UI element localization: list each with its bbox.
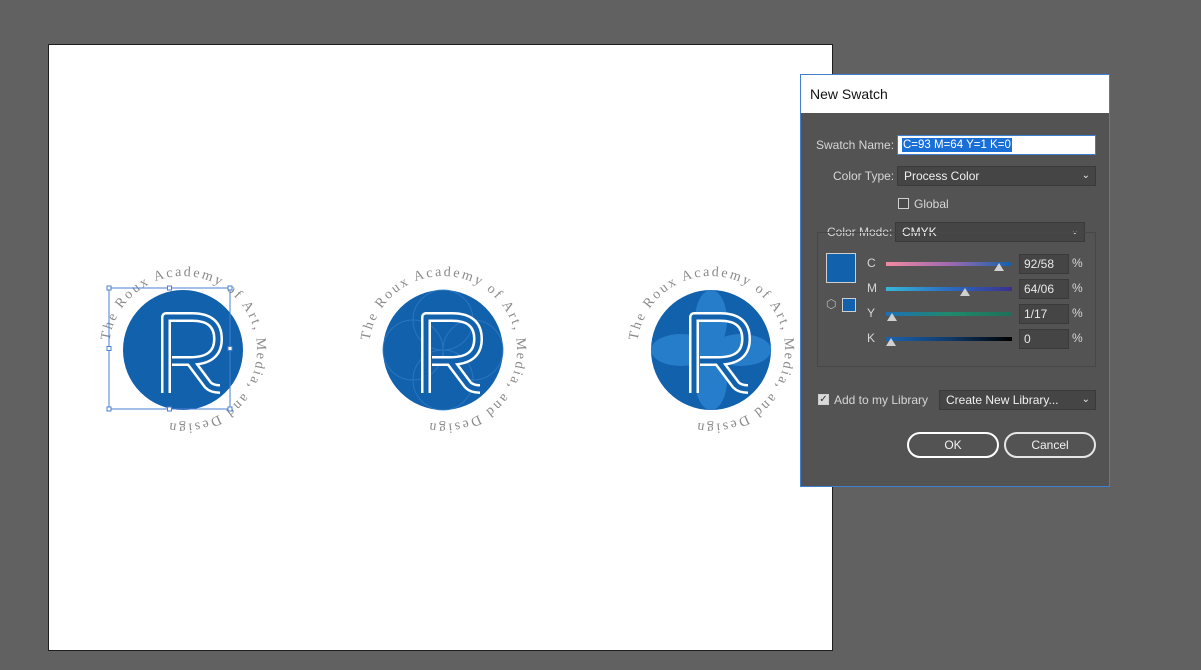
channel-slider[interactable] <box>886 337 1012 341</box>
channel-value-input[interactable]: 92/58 <box>1019 254 1069 274</box>
handle-left[interactable] <box>106 346 112 351</box>
add-to-library-checkbox[interactable]: ✓ <box>818 394 829 405</box>
slider-thumb[interactable] <box>886 338 896 346</box>
percent-sign: % <box>1072 256 1083 270</box>
channel-label: C <box>867 256 876 270</box>
global-checkbox[interactable] <box>898 198 909 209</box>
channel-slider[interactable] <box>886 312 1012 316</box>
channel-value-input[interactable]: 64/06 <box>1019 279 1069 299</box>
handle-bottom[interactable] <box>167 406 172 412</box>
color-type-select[interactable]: Process Color ⌄ <box>897 166 1096 186</box>
swatch-preview <box>826 253 856 283</box>
artboard[interactable]: The Roux Academy of Art, Media, and Desi… <box>48 44 833 651</box>
handle-right[interactable] <box>227 346 233 351</box>
logo-variant-3[interactable]: The Roux Academy of Art, Media, and Desi… <box>626 265 796 435</box>
logo-circle <box>123 290 243 410</box>
swatch-name-label: Swatch Name: <box>816 138 895 152</box>
new-swatch-dialog: New Swatch Swatch Name: C=93 M=64 Y=1 K=… <box>800 74 1110 487</box>
handle-top-left[interactable] <box>106 285 112 291</box>
handle-bottom-left[interactable] <box>106 406 112 412</box>
channel-label: Y <box>867 306 876 320</box>
percent-sign: % <box>1072 281 1083 295</box>
slider-thumb[interactable] <box>887 313 898 321</box>
channel-value-input[interactable]: 1/17 <box>1019 304 1069 324</box>
web-safe-swatch[interactable] <box>842 298 856 312</box>
cancel-button[interactable]: Cancel <box>1004 432 1096 458</box>
color-type-label: Color Type: <box>833 169 895 183</box>
slider-thumb[interactable] <box>960 288 971 296</box>
ok-button[interactable]: OK <box>907 432 999 458</box>
slider-thumb[interactable] <box>993 263 1004 271</box>
swatch-name-input[interactable]: C=93 M=64 Y=1 K=0 <box>897 135 1096 155</box>
logo-selected[interactable]: The Roux Academy of Art, Media, and Desi… <box>98 265 268 435</box>
channel-label: M <box>867 281 877 295</box>
add-to-library-label: Add to my Library <box>834 393 929 407</box>
chevron-down-icon: ⌄ <box>1081 170 1090 181</box>
cube-icon[interactable]: ⬡ <box>826 297 836 311</box>
library-value: Create New Library... <box>946 393 1059 407</box>
dialog-title: New Swatch <box>801 75 1109 113</box>
percent-sign: % <box>1072 306 1083 320</box>
swatch-name-value: C=93 M=64 Y=1 K=0 <box>902 138 1012 152</box>
channel-value-input[interactable]: 0 <box>1019 329 1069 349</box>
handle-bottom-right[interactable] <box>227 406 233 412</box>
logo-graphic[interactable]: The Roux Academy of Art, Media, and Desi… <box>626 265 796 435</box>
percent-sign: % <box>1072 331 1083 345</box>
logo-graphic[interactable]: The Roux Academy of Art, Media, and Desi… <box>98 265 268 435</box>
channel-label: K <box>867 331 876 345</box>
logo-graphic[interactable]: The Roux Academy of Art, Media, and Desi… <box>358 265 528 435</box>
global-label: Global <box>914 197 949 211</box>
handle-top-right[interactable] <box>227 285 233 291</box>
handle-top[interactable] <box>167 285 172 291</box>
logo-variant-2[interactable]: The Roux Academy of Art, Media, and Desi… <box>358 265 528 435</box>
channel-slider[interactable] <box>886 287 1012 291</box>
chevron-down-icon: ⌄ <box>1081 394 1090 405</box>
color-type-value: Process Color <box>904 169 980 183</box>
library-select[interactable]: Create New Library... ⌄ <box>939 390 1096 410</box>
